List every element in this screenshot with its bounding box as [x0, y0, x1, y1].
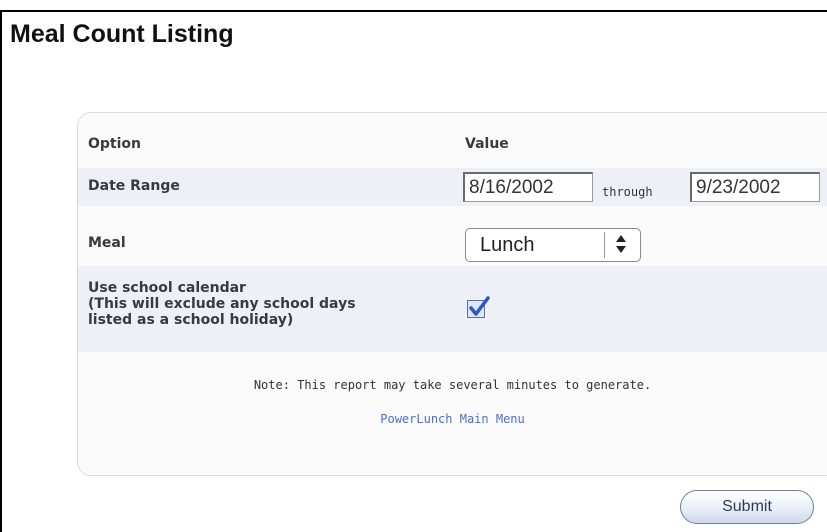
- end-date-input[interactable]: 9/23/2002: [690, 172, 820, 202]
- through-label: through: [602, 185, 653, 199]
- up-down-arrows-icon: [614, 233, 628, 257]
- powerlunch-main-menu-link[interactable]: PowerLunch Main Menu: [78, 412, 827, 426]
- checkmark-icon: [469, 296, 490, 316]
- window-top-border: [0, 10, 827, 12]
- start-date-input[interactable]: 8/16/2002: [463, 172, 593, 202]
- options-header-row: Option Value: [78, 132, 827, 160]
- school-calendar-checkbox[interactable]: [467, 296, 490, 318]
- school-calendar-row: Use school calendar (This will exclude a…: [78, 266, 827, 352]
- school-calendar-label-line2: (This will exclude any school days: [88, 296, 356, 312]
- meal-selected-value: Lunch: [480, 234, 535, 256]
- meal-select[interactable]: Lunch: [465, 228, 641, 262]
- window-left-border: [0, 10, 2, 532]
- date-range-label: Date Range: [88, 178, 180, 194]
- meal-label: Meal: [88, 235, 126, 251]
- submit-button[interactable]: Submit: [680, 490, 814, 524]
- option-column-header: Option: [88, 136, 141, 152]
- value-column-header: Value: [465, 136, 509, 152]
- report-time-note: Note: This report may take several minut…: [253, 378, 652, 392]
- meal-row: Meal Lunch: [78, 222, 827, 264]
- school-calendar-label: Use school calendar (This will exclude a…: [88, 280, 468, 328]
- date-range-row: Date Range 8/16/2002 through 9/23/2002: [78, 168, 827, 206]
- school-calendar-label-line3: listed as a school holiday): [88, 312, 294, 328]
- select-divider: [604, 232, 605, 258]
- page-title: Meal Count Listing: [10, 20, 234, 48]
- school-calendar-label-line1: Use school calendar: [88, 280, 246, 296]
